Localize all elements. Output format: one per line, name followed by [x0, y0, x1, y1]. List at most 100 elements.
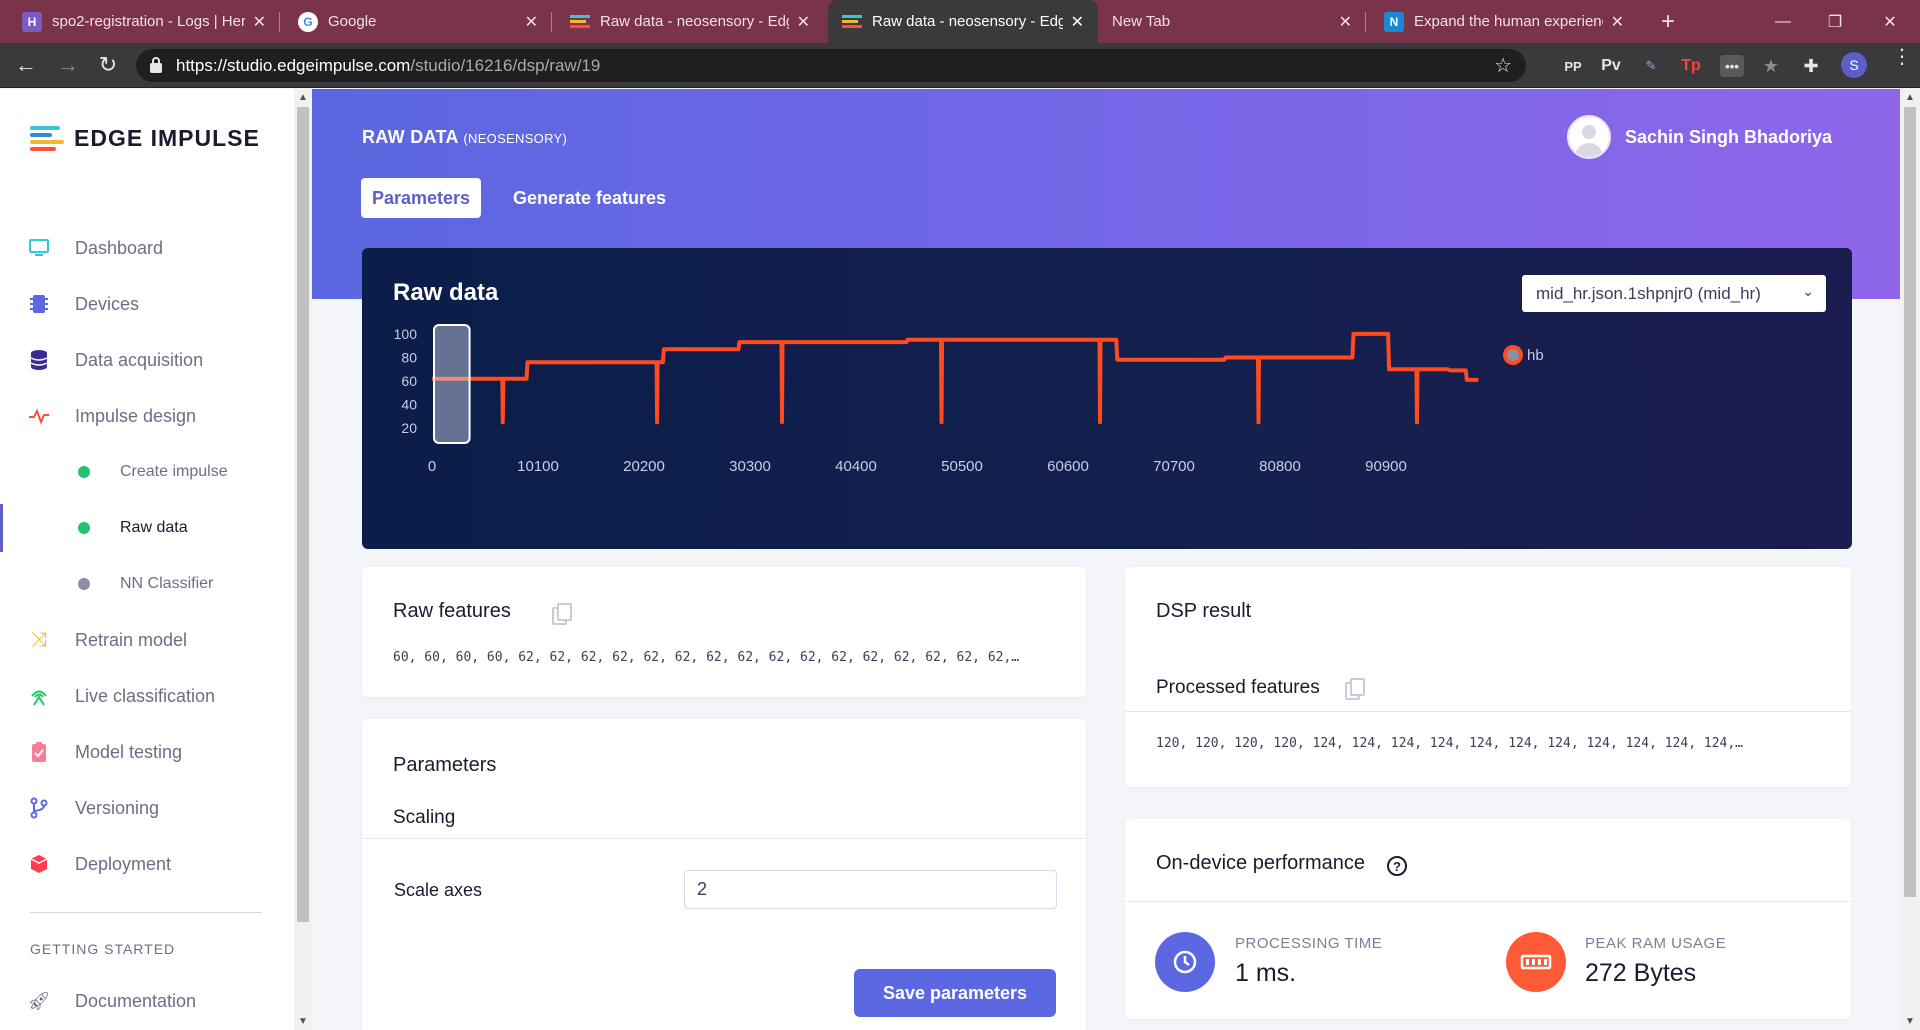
copy-icon[interactable] — [552, 603, 572, 625]
performance-title: On-device performance — [1156, 852, 1365, 874]
dsp-result-card: DSP result Processed features 120, 120, … — [1125, 567, 1851, 787]
extension-tp[interactable]: Tp — [1680, 55, 1702, 77]
git-branch-icon — [28, 797, 50, 819]
sidebar-item-impulse-design[interactable]: Impulse design — [0, 396, 294, 436]
lock-icon — [150, 56, 162, 73]
browser-tab[interactable]: G Google ✕ — [284, 0, 552, 43]
main-content: RAW DATA (NEOSENSORY) Sachin Singh Bhado… — [312, 89, 1900, 1030]
sidebar-item-versioning[interactable]: Versioning — [0, 788, 294, 828]
browser-tab[interactable]: H spo2-registration - Logs | Her ✕ — [8, 0, 280, 43]
x-tick-label: 40400 — [835, 458, 877, 475]
divider — [1125, 711, 1851, 712]
star-extension-icon[interactable]: ★ — [1760, 55, 1782, 77]
page-scroll-thumb[interactable] — [1904, 107, 1916, 897]
extension-pv[interactable]: Pv — [1600, 55, 1622, 77]
sidebar-item-data-acquisition[interactable]: Data acquisition — [0, 340, 294, 380]
browser-tab-active[interactable]: Raw data - neosensory - Edg ✕ — [828, 0, 1098, 43]
close-tab-icon[interactable]: ✕ — [797, 12, 810, 32]
puzzle-icon[interactable]: ✚ — [1800, 55, 1822, 77]
reload-icon[interactable]: ↻ — [94, 51, 122, 79]
forward-icon[interactable]: → — [54, 51, 82, 79]
processing-time-label: PROCESSING TIME — [1235, 935, 1383, 952]
back-icon[interactable]: ← — [12, 51, 40, 79]
close-tab-icon[interactable]: ✕ — [253, 12, 266, 32]
sidebar-item-create-impulse[interactable]: Create impulse — [0, 452, 294, 492]
x-tick-label: 80800 — [1259, 458, 1301, 475]
sidebar-item-nn-classifier[interactable]: NN Classifier — [0, 564, 294, 604]
sidebar-item-raw-data[interactable]: Raw data — [0, 508, 294, 548]
close-tab-icon[interactable]: ✕ — [1611, 12, 1624, 32]
divider — [362, 838, 1086, 839]
y-tick-label: 100 — [394, 326, 418, 342]
tab-parameters[interactable]: Parameters — [361, 178, 482, 218]
y-tick-label: 40 — [401, 397, 417, 413]
x-tick-label: 70700 — [1153, 458, 1195, 475]
y-tick-label: 20 — [401, 420, 417, 436]
tab-generate-features[interactable]: Generate features — [502, 178, 677, 218]
page-scrollbar[interactable]: ▲ ▼ — [1900, 89, 1920, 1030]
user-menu[interactable]: Sachin Singh Bhadoriya — [1566, 115, 1832, 159]
neosensory-icon: N — [1384, 11, 1404, 32]
new-tab-button[interactable]: + — [1640, 0, 1696, 43]
legend-label: hb — [1527, 347, 1544, 364]
x-tick-label: 20200 — [623, 458, 665, 475]
sidebar-item-devices[interactable]: Devices — [0, 284, 294, 324]
status-dot — [78, 466, 90, 478]
browser-menu-icon[interactable]: ⋮ — [1892, 47, 1912, 67]
close-tab-icon[interactable]: ✕ — [525, 12, 538, 32]
close-tab-icon[interactable]: ✕ — [1071, 12, 1084, 32]
feather-extension-icon[interactable]: ✎ — [1640, 55, 1662, 77]
window-selector[interactable] — [433, 324, 471, 444]
page-title: RAW DATA (NEOSENSORY) — [362, 127, 568, 147]
raw-data-card: Raw data mid_hr.json.1shpnjr0 (mid_hr) ⌄… — [362, 248, 1852, 549]
address-bar[interactable]: https://studio.edgeimpulse.com/studio/16… — [136, 49, 1526, 82]
pulse-icon — [28, 405, 50, 427]
save-parameters-button[interactable]: Save parameters — [854, 969, 1056, 1017]
processing-time-value: 1 ms. — [1235, 959, 1297, 987]
help-icon[interactable]: ? — [1387, 856, 1407, 876]
close-tab-icon[interactable]: ✕ — [1339, 12, 1352, 32]
peak-ram-label: PEAK RAM USAGE — [1585, 935, 1727, 952]
sidebar-item-documentation[interactable]: 🚀︎ Documentation — [0, 981, 294, 1021]
raw-features-card: Raw features 60, 60, 60, 60, 62, 62, 62,… — [362, 567, 1086, 697]
series-line-hb — [432, 331, 1479, 425]
browser-tab[interactable]: Raw data - neosensory - Edg ✕ — [556, 0, 824, 43]
more-extensions-icon[interactable]: ••• — [1720, 55, 1744, 77]
parameters-card: Parameters Scaling Scale axes 2 Save par… — [362, 719, 1086, 1030]
sidebar: EDGE IMPULSE Dashboard Devices Data acqu… — [0, 89, 294, 1030]
scale-axes-input[interactable]: 2 — [684, 870, 1057, 909]
parameters-title: Parameters — [393, 754, 497, 776]
minimize-window-button[interactable]: — — [1755, 0, 1811, 43]
heroku-icon: H — [22, 11, 42, 32]
x-tick-label: 60600 — [1047, 458, 1089, 475]
sidebar-item-dashboard[interactable]: Dashboard — [0, 228, 294, 268]
x-tick-label: 10100 — [517, 458, 559, 475]
legend-swatch-inner — [1507, 349, 1519, 361]
clock-icon — [1155, 932, 1215, 992]
sidebar-item-live-classification[interactable]: Live classification — [0, 676, 294, 716]
sidebar-item-model-testing[interactable]: Model testing — [0, 732, 294, 772]
status-dot — [78, 578, 90, 590]
scale-axes-label: Scale axes — [394, 880, 483, 900]
scaling-subtitle: Scaling — [393, 807, 456, 828]
edge-impulse-logo-icon — [30, 124, 68, 152]
raw-features-values: 60, 60, 60, 60, 62, 62, 62, 62, 62, 62, … — [393, 650, 1020, 665]
sidebar-scroll-thumb[interactable] — [297, 107, 309, 922]
browser-tab[interactable]: N Expand the human experienc ✕ — [1370, 0, 1638, 43]
extension-pp[interactable]: PP — [1562, 55, 1584, 77]
x-tick-label: 90900 — [1365, 458, 1407, 475]
sidebar-item-deployment[interactable]: Deployment — [0, 844, 294, 884]
profile-avatar[interactable]: S — [1841, 52, 1867, 78]
close-window-button[interactable]: ✕ — [1862, 0, 1918, 43]
sidebar-item-retrain-model[interactable]: ⤨ Retrain model — [0, 620, 294, 660]
browser-tab[interactable]: New Tab ✕ — [1098, 0, 1366, 43]
google-icon: G — [298, 11, 318, 32]
copy-icon[interactable] — [1345, 678, 1365, 700]
bookmark-star-icon[interactable]: ☆ — [1494, 53, 1512, 78]
raw-data-chart[interactable]: 100 80 60 40 20 0 10100 20200 30300 40400 50500 606… — [362, 248, 1852, 549]
sidebar-scrollbar[interactable]: ▲ ▼ — [294, 89, 312, 1030]
brand-logo[interactable]: EDGE IMPULSE — [30, 124, 260, 152]
y-tick-label: 80 — [401, 349, 417, 365]
avatar — [1566, 115, 1611, 159]
restore-window-button[interactable]: ❐ — [1807, 0, 1863, 43]
